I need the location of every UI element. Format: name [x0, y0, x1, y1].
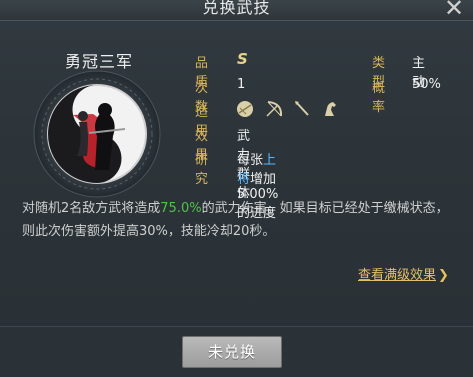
- research-prefix: 每张: [237, 153, 264, 168]
- exchange-skill-panel: 兑换武技 ✕ 勇冠三军 品质 S 次数 1 适用 效果 武力群体 研究 每张上将…: [0, 0, 473, 377]
- rate-label: 概率: [372, 81, 386, 115]
- count-value: 1: [237, 77, 246, 92]
- horse-icon: [320, 99, 340, 119]
- research-label: 研究: [195, 153, 209, 187]
- header-divider: [0, 20, 473, 21]
- quality-value: S: [237, 50, 248, 68]
- view-max-level-link[interactable]: 查看满级效果 ❯: [358, 264, 449, 283]
- view-max-level-label: 查看满级效果: [358, 268, 437, 283]
- skill-name: 勇冠三军: [64, 52, 133, 71]
- spear-icon: [292, 99, 312, 119]
- not-exchanged-button[interactable]: 未兑换: [182, 336, 282, 368]
- chevron-right-icon: ❯: [438, 268, 449, 283]
- bow-icon: [264, 99, 284, 119]
- panel-title: 兑换武技: [202, 0, 271, 17]
- desc-damage-pct: 75.0%: [160, 201, 202, 216]
- desc-part1: 对随机2名敌方武将造成: [22, 201, 161, 216]
- portrait-image: [33, 70, 161, 198]
- skill-description: 对随机2名敌方武将造成75.0%的武力伤害，如果目标已经处于缴械状态，则此次伤害…: [22, 197, 452, 243]
- skill-portrait: [33, 70, 161, 198]
- close-icon[interactable]: ✕: [441, 0, 467, 20]
- shield-icon: [235, 99, 255, 119]
- rate-value: 50%: [412, 77, 441, 92]
